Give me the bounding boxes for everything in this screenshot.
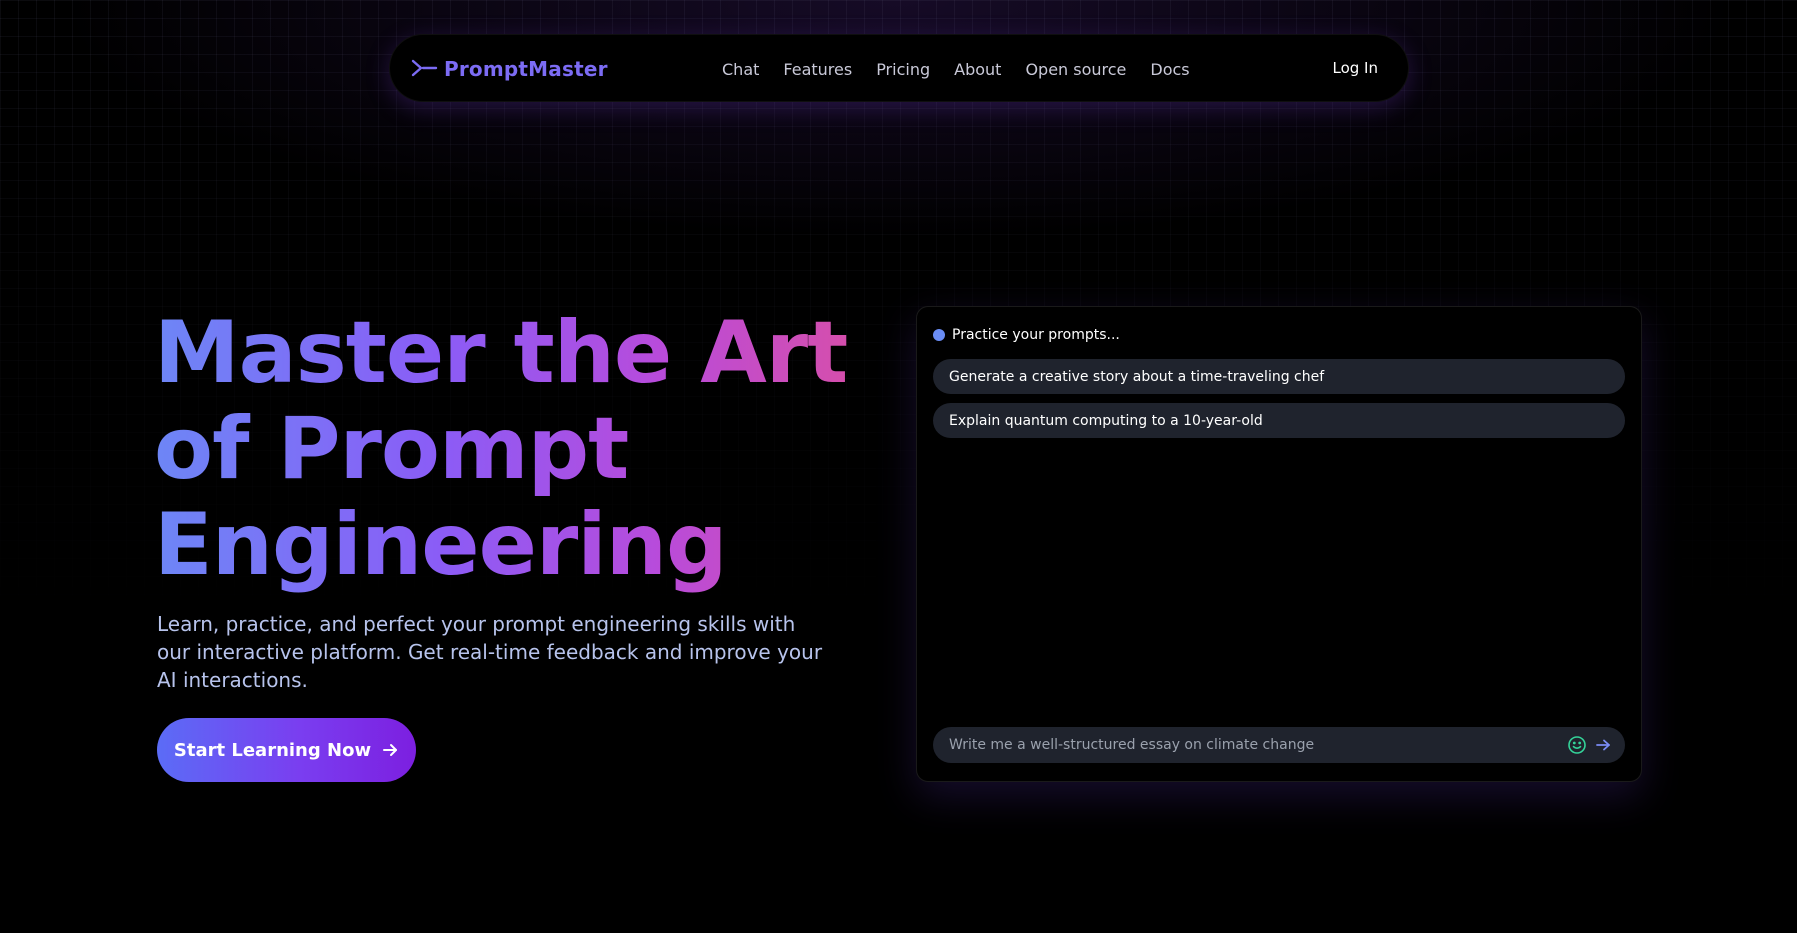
hero-title-line-1: Master the Art	[154, 303, 848, 403]
login-link[interactable]: Log In	[1333, 59, 1379, 77]
start-learning-button[interactable]: Start Learning Now	[157, 718, 416, 782]
hero-title: Master the Art of Prompt Engineering	[154, 305, 874, 593]
hero-subtitle: Learn, practice, and perfect your prompt…	[157, 612, 823, 692]
send-arrow-icon[interactable]	[1595, 737, 1611, 753]
smiley-icon[interactable]	[1567, 735, 1587, 755]
prompt-input-bar	[933, 727, 1625, 763]
nav-link-pricing[interactable]: Pricing	[876, 60, 930, 79]
status-dot	[933, 329, 945, 341]
prompt-input[interactable]	[933, 737, 1567, 753]
start-learning-label: Start Learning Now	[173, 739, 372, 761]
chat-panel-header: Practice your prompts...	[933, 325, 1120, 345]
nav-link-about[interactable]: About	[954, 60, 1001, 79]
suggestion-chip[interactable]: Generate a creative story about a time-t…	[933, 359, 1625, 394]
nav-link-docs[interactable]: Docs	[1150, 60, 1189, 79]
suggestion-chip[interactable]: Explain quantum computing to a 10-year-o…	[933, 403, 1625, 438]
hero-title-line-2: of Prompt	[154, 399, 629, 499]
navbar: PromptMaster Chat Features Pricing About…	[389, 34, 1409, 102]
page: PromptMaster Chat Features Pricing About…	[0, 0, 1797, 933]
terminal-prompt-icon	[411, 59, 438, 77]
hero-title-line-3: Engineering	[154, 495, 727, 595]
nav-link-chat[interactable]: Chat	[722, 60, 759, 79]
nav-link-features[interactable]: Features	[783, 60, 852, 79]
chat-panel-title: Practice your prompts...	[952, 327, 1120, 343]
brand-logo[interactable]: PromptMaster	[410, 55, 608, 83]
nav-links: Chat Features Pricing About Open source …	[722, 57, 1214, 81]
practice-chat-panel: Practice your prompts... Generate a crea…	[916, 306, 1642, 782]
arrow-right-icon	[383, 744, 398, 756]
nav-link-open-source[interactable]: Open source	[1025, 60, 1126, 79]
brand-name: PromptMaster	[444, 57, 608, 81]
